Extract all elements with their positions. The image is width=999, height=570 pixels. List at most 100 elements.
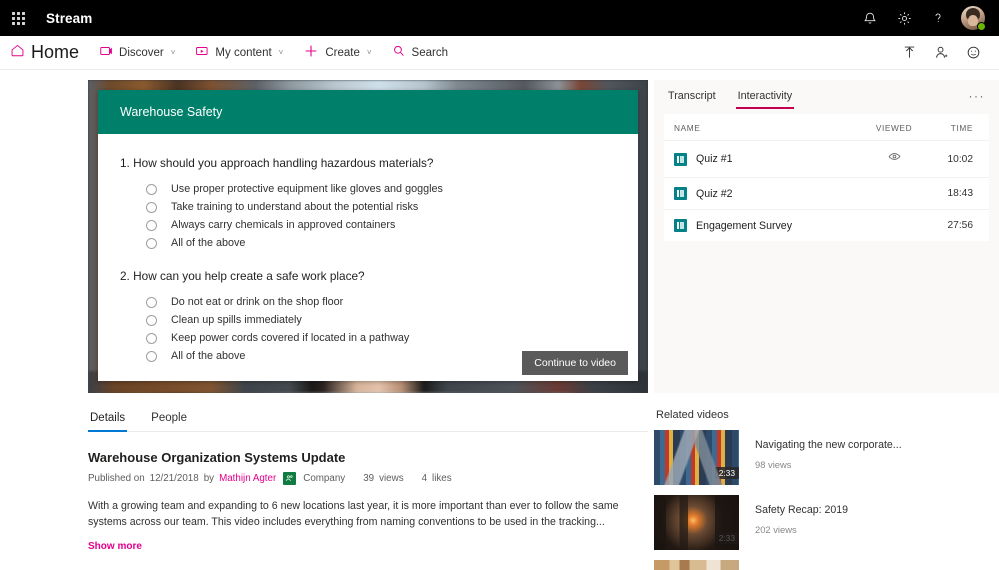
interactivity-name: Engagement Survey <box>696 219 792 232</box>
quiz-body: 1. How should you approach handling haza… <box>98 134 638 381</box>
company-group-icon <box>283 472 297 485</box>
list-item[interactable]: Processing incoming ship... <box>654 560 999 570</box>
group-name[interactable]: Company <box>303 473 345 484</box>
app-launcher-icon[interactable] <box>0 0 36 36</box>
author-link[interactable]: Mathijn Agter <box>219 473 276 484</box>
nav-item-search[interactable]: Search <box>382 36 458 70</box>
radio-button[interactable] <box>146 350 157 362</box>
search-icon <box>392 44 406 61</box>
radio-button[interactable] <box>146 314 157 326</box>
thumbnail[interactable]: 2:33 <box>654 430 739 485</box>
presence-indicator <box>977 22 986 31</box>
tab-interactivity[interactable]: Interactivity <box>735 90 794 109</box>
nav-item-discover[interactable]: Discover ˅ <box>89 36 185 70</box>
question-1-prompt: How should you approach handling hazardo… <box>133 156 434 170</box>
related-video-views: 98 views <box>755 458 792 470</box>
duration-badge: 2:33 <box>714 532 739 544</box>
nav-home-label: Home <box>31 42 80 62</box>
radio-button[interactable] <box>146 201 157 213</box>
quiz-option[interactable]: All of the above <box>120 234 616 252</box>
bell-icon[interactable] <box>853 0 887 36</box>
interactivity-table: NAME VIEWED TIME Quiz #1 10:02 Quiz #2 1… <box>664 114 989 241</box>
right-column: Transcript Interactivity ··· NAME VIEWED… <box>654 80 999 570</box>
like-count-label: likes <box>432 473 452 484</box>
page-content: Warehouse Safety 1. How should you appro… <box>0 70 999 570</box>
interactivity-time: 10:02 <box>947 153 974 165</box>
avatar[interactable] <box>955 0 991 36</box>
quiz-question-1: 1. How should you approach handling haza… <box>120 156 616 252</box>
duration-badge: 2:33 <box>714 467 739 479</box>
interactivity-time: 27:56 <box>947 220 974 231</box>
home-icon <box>10 43 25 63</box>
nav-item-create[interactable]: Create ˅ <box>293 36 381 70</box>
radio-button[interactable] <box>146 237 157 249</box>
table-row[interactable]: Engagement Survey 27:56 <box>664 209 989 241</box>
tab-transcript[interactable]: Transcript <box>668 90 716 109</box>
related-video-title[interactable]: Navigating the new corporate... <box>755 439 902 453</box>
tab-people[interactable]: People <box>149 404 189 431</box>
discover-icon <box>99 44 113 61</box>
quiz-option[interactable]: Clean up spills immediately <box>120 311 616 329</box>
quiz-option[interactable]: Take training to understand about the po… <box>120 198 616 216</box>
thumbnail[interactable] <box>654 560 739 570</box>
nav-right-icons <box>893 36 989 70</box>
main-navigation: Home Discover ˅ My content ˅ Create ˅ Se… <box>0 36 999 70</box>
forms-icon <box>674 187 687 200</box>
forms-icon <box>674 152 687 166</box>
question-1-number: 1. <box>120 156 130 170</box>
tab-details[interactable]: Details <box>88 404 128 432</box>
interactivity-name: Quiz #2 <box>696 187 733 200</box>
question-2-text: 2. How can you help create a safe work p… <box>120 269 616 283</box>
table-row[interactable]: Quiz #1 10:02 <box>664 140 989 177</box>
radio-button[interactable] <box>146 183 157 195</box>
related-video-title[interactable]: Safety Recap: 2019 <box>755 504 848 518</box>
page-title: Warehouse Organization Systems Update <box>88 450 346 465</box>
nav-label-my-content: My content <box>215 46 272 59</box>
quiz-option[interactable]: Do not eat or drink on the shop floor <box>120 293 616 311</box>
quiz-header: Warehouse Safety <box>98 90 638 134</box>
stream-video-page: Stream Home Discover ˅ My content ˅ Crea… <box>0 0 999 570</box>
upload-icon[interactable] <box>893 36 925 70</box>
published-prefix: Published on <box>88 473 145 484</box>
gear-icon[interactable] <box>887 0 921 36</box>
topbar-icon-group <box>853 0 991 36</box>
related-video-views: 202 views <box>755 523 797 535</box>
radio-button[interactable] <box>146 219 157 231</box>
nav-label-search: Search <box>411 46 448 59</box>
nav-label-create: Create <box>325 46 360 59</box>
show-more-link[interactable]: Show more <box>88 541 648 552</box>
radio-button[interactable] <box>146 332 157 344</box>
view-count: 39 <box>363 473 375 484</box>
help-icon[interactable] <box>921 0 955 36</box>
list-item[interactable]: 2:33 Safety Recap: 2019 202 views <box>654 495 999 550</box>
quiz-option[interactable]: Use proper protective equipment like glo… <box>120 180 616 198</box>
panel-more-button[interactable]: ··· <box>969 89 986 110</box>
video-player[interactable]: Warehouse Safety 1. How should you appro… <box>88 80 648 393</box>
thumbnail[interactable]: 2:33 <box>654 495 739 550</box>
quiz-option[interactable]: Always carry chemicals in approved conta… <box>120 216 616 234</box>
radio-button[interactable] <box>146 296 157 308</box>
like-count: 4 <box>421 473 428 484</box>
video-metadata: Published on 12/21/2018 by Mathijn Agter… <box>88 472 648 485</box>
list-item[interactable]: 2:33 Navigating the new corporate... 98 … <box>654 430 999 485</box>
viewed-cell <box>855 150 933 168</box>
column-header-time: TIME <box>950 123 973 133</box>
table-header: NAME VIEWED TIME <box>664 114 989 140</box>
quiz-option[interactable]: Keep power cords covered if located in a… <box>120 329 616 347</box>
table-row[interactable]: Quiz #2 18:43 <box>664 177 989 209</box>
forms-icon <box>674 219 687 232</box>
details-tabs: Details People <box>88 404 648 432</box>
interactivity-time: 18:43 <box>947 188 974 199</box>
nav-home[interactable]: Home <box>6 42 89 63</box>
brand-label[interactable]: Stream <box>46 11 92 26</box>
view-count-label: views <box>379 473 404 484</box>
quiz-title: Warehouse Safety <box>120 105 223 119</box>
left-column: Warehouse Safety 1. How should you appro… <box>88 80 648 570</box>
feedback-smiley-icon[interactable] <box>957 36 989 70</box>
nav-item-my-content[interactable]: My content ˅ <box>185 36 293 70</box>
continue-to-video-button[interactable]: Continue to video <box>522 351 628 375</box>
by-label: by <box>203 473 215 484</box>
nav-label-discover: Discover <box>119 46 164 59</box>
column-header-name: NAME <box>674 123 701 133</box>
person-add-icon[interactable] <box>925 36 957 70</box>
